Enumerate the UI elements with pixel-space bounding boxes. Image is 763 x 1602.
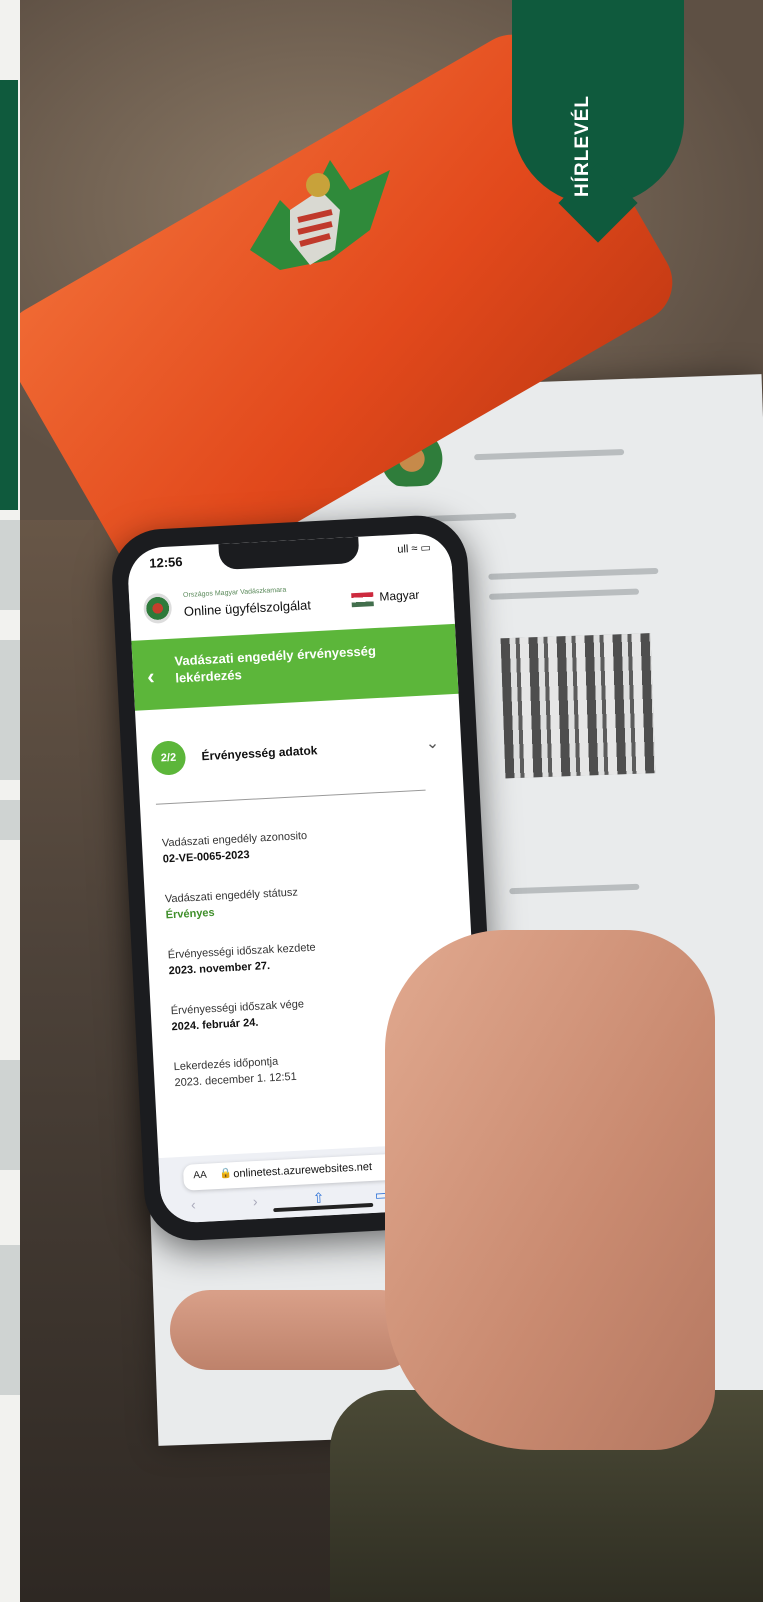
phone-notch bbox=[218, 536, 360, 571]
step-title: Érvényesség adatok bbox=[201, 743, 318, 764]
service-name: Online ügyfélszolgálat bbox=[183, 597, 312, 620]
chevron-down-icon[interactable]: ⌄ bbox=[425, 733, 439, 754]
document-text-line bbox=[488, 588, 640, 600]
document-text-line bbox=[488, 567, 659, 580]
step-badge: 2/2 bbox=[150, 740, 187, 776]
qr-code bbox=[500, 633, 656, 779]
org-name: Országos Magyar Vadászkamara bbox=[182, 586, 287, 600]
text-size-button[interactable]: AA bbox=[193, 1170, 207, 1182]
language-selector[interactable]: Magyar bbox=[379, 588, 420, 604]
side-gray-block bbox=[0, 520, 20, 610]
share-icon[interactable]: ⇧ bbox=[312, 1189, 325, 1207]
status-time: 12:56 bbox=[148, 554, 183, 571]
divider bbox=[155, 789, 426, 805]
document-text-line bbox=[509, 883, 640, 895]
field-validity-start: Érvényességi időszak kezdete 2023. novem… bbox=[168, 935, 449, 978]
side-accent-bar bbox=[0, 80, 18, 510]
ribbon-label: HÍRLEVÉL bbox=[572, 95, 593, 197]
hungarian-flag-icon[interactable] bbox=[351, 592, 374, 608]
field-license-status: Vadászati engedély státusz Érvényes bbox=[165, 879, 446, 921]
page-title: Vadászati engedély érvényesség lekérdezé… bbox=[174, 643, 377, 686]
step-accordion[interactable]: 2/2 Érvényesség adatok ⌄ bbox=[136, 720, 462, 785]
field-license-id: Vadászati engedély azonosito 02-VE-0065-… bbox=[162, 823, 443, 866]
hand bbox=[385, 930, 715, 1450]
newsletter-ribbon bbox=[512, 0, 684, 205]
url-text: onlinetest.azurewebsites.net bbox=[233, 1160, 373, 1181]
side-gray-block bbox=[0, 1060, 20, 1170]
side-gray-block bbox=[0, 800, 20, 840]
hand-fingers bbox=[170, 1290, 420, 1370]
side-gray-block bbox=[0, 640, 20, 780]
forward-icon[interactable]: › bbox=[252, 1193, 258, 1209]
side-gray-block bbox=[0, 1245, 20, 1395]
chevron-left-icon[interactable]: ‹ bbox=[147, 664, 156, 690]
back-icon[interactable]: ‹ bbox=[191, 1196, 197, 1212]
chamber-logo-icon[interactable] bbox=[142, 592, 173, 625]
status-icons: ull ≈ ▭ bbox=[397, 542, 432, 556]
hungarian-coat-of-arms bbox=[250, 160, 390, 270]
lock-icon: 🔒 bbox=[219, 1168, 233, 1180]
document-text-line bbox=[474, 448, 625, 461]
